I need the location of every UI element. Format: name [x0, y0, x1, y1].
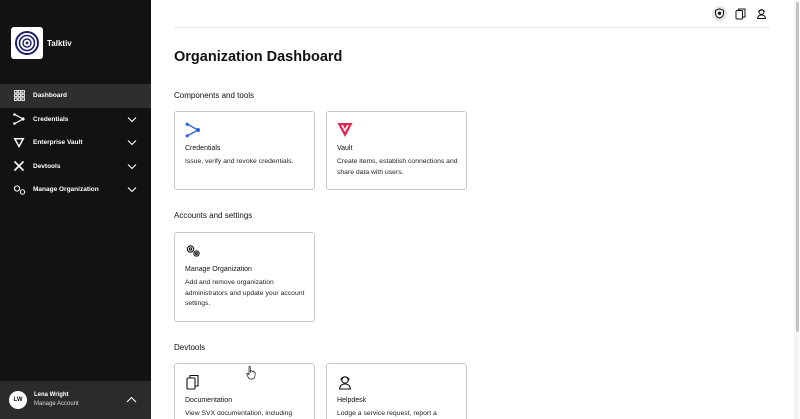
helpdesk-card[interactable]: Helpdesk Lodge a service request, report…	[326, 363, 467, 419]
organization-icon	[186, 245, 200, 257]
card-description: Lodge a service request, report a	[337, 410, 437, 417]
shield-icon[interactable]	[712, 6, 727, 21]
sidebar: Talktiv Dashboard Credentials Enterprise…	[0, 0, 151, 419]
support-icon	[338, 376, 352, 390]
brand-name: Talktiv	[47, 38, 72, 48]
card-title: Documentation	[185, 397, 233, 404]
card-description: Add and remove organization administrato…	[185, 279, 305, 307]
manage-account-link[interactable]: Manage Account	[34, 400, 79, 409]
hand-cursor-icon	[246, 366, 256, 380]
card-title: Vault	[337, 145, 353, 152]
support-icon[interactable]	[754, 6, 769, 21]
chevron-down-icon[interactable]	[127, 163, 137, 170]
user-name: Lena Wright	[34, 392, 69, 398]
section-title-components: Components and tools	[174, 91, 255, 100]
docs-icon	[186, 374, 199, 390]
section-title-accounts: Accounts and settings	[174, 211, 253, 220]
sidebar-item-devtools[interactable]: Devtools	[0, 155, 151, 179]
sidebar-item-label: Devtools	[33, 162, 61, 170]
account-bar[interactable]: LW Lena Wright Manage Account	[0, 381, 151, 419]
app-root: Talktiv Dashboard Credentials Enterprise…	[0, 0, 800, 419]
page-title: Organization Dashboard	[174, 49, 343, 65]
section-title-devtools: Devtools	[174, 343, 206, 352]
sidebar-nav: Dashboard Credentials Enterprise Vault D…	[0, 84, 151, 202]
grid-icon	[12, 89, 26, 103]
docs-icon[interactable]	[733, 6, 748, 21]
credentials-icon	[185, 122, 200, 138]
organization-icon	[12, 183, 26, 197]
brand[interactable]: Talktiv	[11, 27, 72, 59]
card-title: Credentials	[185, 145, 221, 152]
sidebar-item-enterprise-vault[interactable]: Enterprise Vault	[0, 131, 151, 155]
vault-icon	[12, 136, 26, 150]
sidebar-item-label: Dashboard	[33, 92, 67, 100]
vault-icon	[337, 123, 353, 137]
card-description: Create items, establish connections and …	[337, 158, 458, 176]
sidebar-item-label: Credentials	[33, 115, 69, 123]
credentials-icon	[12, 112, 26, 126]
sidebar-item-manage-organization[interactable]: Manage Organization	[0, 178, 151, 202]
sidebar-item-dashboard[interactable]: Dashboard	[0, 84, 151, 108]
avatar: LW	[9, 391, 27, 409]
credentials-card[interactable]: Credentials Issue, verify and revoke cre…	[174, 111, 315, 190]
manage-organization-card[interactable]: Manage Organization Add and remove organ…	[174, 232, 315, 322]
sidebar-item-label: Manage Organization	[33, 186, 99, 194]
card-title: Manage Organization	[185, 266, 252, 273]
vault-card[interactable]: Vault Create items, establish connection…	[326, 111, 467, 190]
header-divider	[174, 27, 770, 28]
header-actions	[712, 6, 769, 21]
chevron-down-icon[interactable]	[127, 116, 137, 123]
card-description: Issue, verify and revoke credentials.	[185, 158, 294, 165]
chevron-down-icon[interactable]	[127, 186, 137, 193]
documentation-card[interactable]: Documentation View SVX documentation, in…	[174, 363, 315, 419]
chevron-down-icon[interactable]	[127, 139, 137, 146]
card-description: View SVX documentation, including	[185, 410, 293, 417]
scrollbar-thumb[interactable]	[796, 2, 799, 332]
sidebar-item-label: Enterprise Vault	[33, 139, 83, 147]
brand-logo-icon	[11, 27, 43, 59]
tools-icon	[12, 159, 26, 173]
chevron-up-icon[interactable]	[126, 396, 137, 403]
sidebar-item-credentials[interactable]: Credentials	[0, 108, 151, 132]
card-title: Helpdesk	[337, 397, 367, 404]
